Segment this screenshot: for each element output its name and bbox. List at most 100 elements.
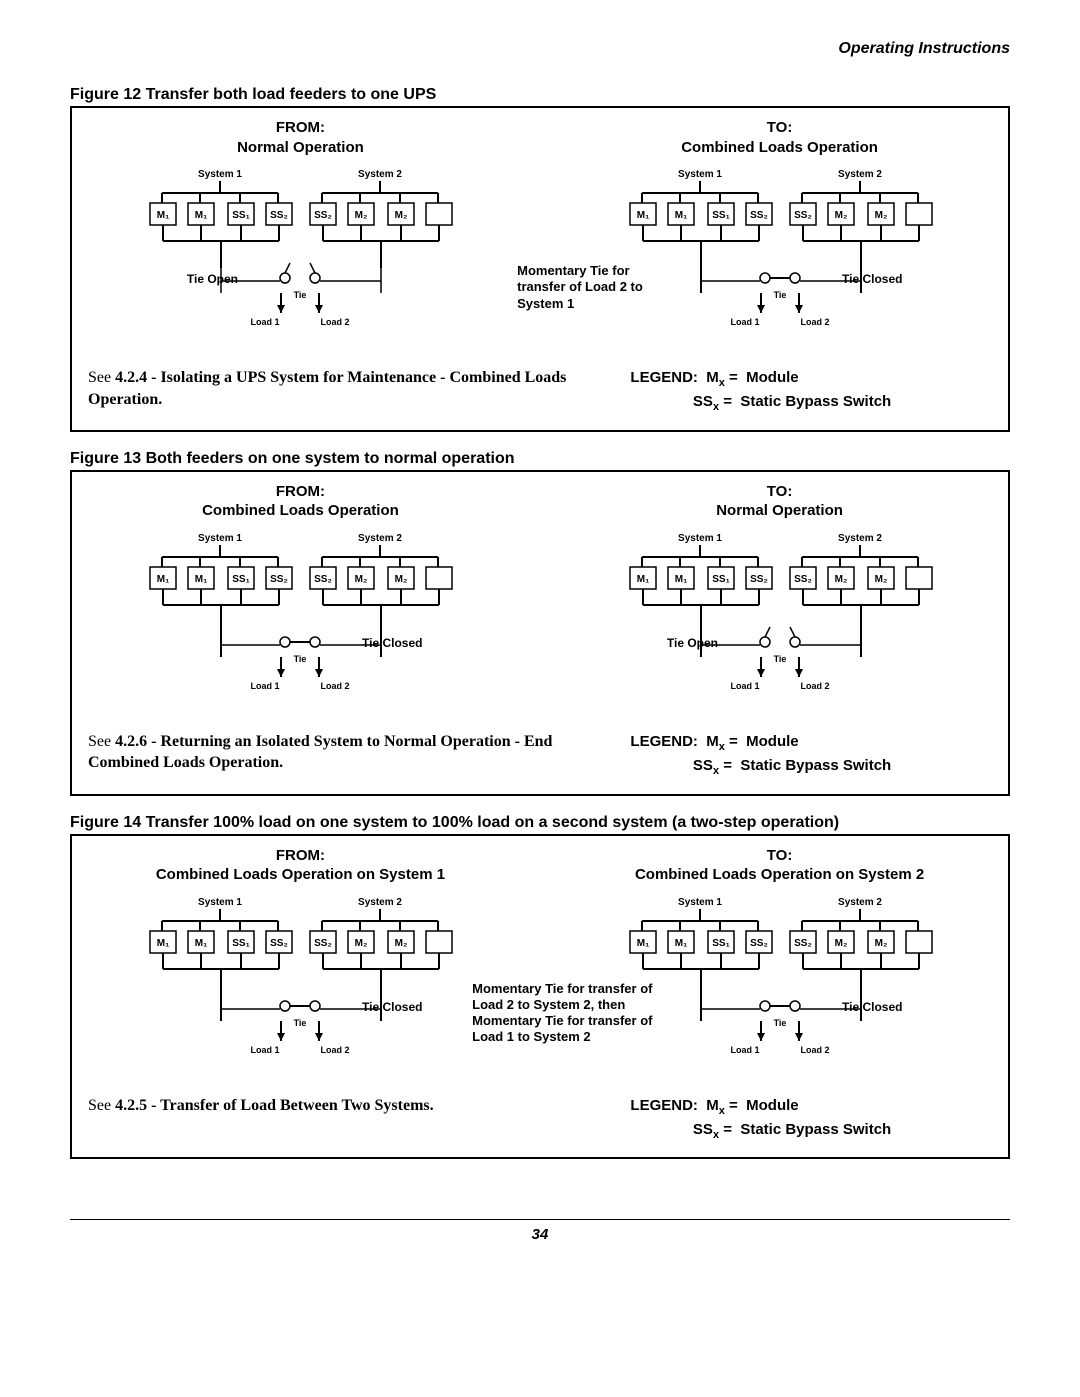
page-header: Operating Instructions	[70, 40, 1010, 58]
svg-text:System 1: System 1	[678, 533, 722, 544]
svg-text:M₁: M₁	[636, 938, 648, 949]
diagram-to: System 1System 2 M₁M₁SS₁SS₂ SS₂M₂M₂	[610, 163, 950, 353]
figure-caption: Figure 12 Transfer both load feeders to …	[70, 86, 1010, 104]
svg-text:M₂: M₂	[874, 574, 887, 585]
svg-text:System 1: System 1	[198, 897, 242, 908]
figure-box: FROM: Combined Loads Operation System 1S…	[70, 470, 1010, 796]
momentary-note: Momentary Tie for transfer of Load 2 to …	[472, 981, 657, 1046]
svg-text:SS₂: SS₂	[794, 938, 812, 949]
svg-text:System 2: System 2	[358, 897, 402, 908]
see-reference: See 4.2.6 - Returning an Isolated System…	[88, 731, 585, 780]
svg-text:M₂: M₂	[355, 574, 368, 585]
diagram-from: System 1System 2 M₁M₁SS₁SS₂SS₂M₂M₂ Tie L…	[130, 891, 470, 1081]
svg-text:Tie Open: Tie Open	[666, 636, 717, 650]
svg-text:Load 2: Load 2	[321, 317, 350, 327]
svg-text:Tie: Tie	[294, 654, 307, 664]
from-label: FROM:	[276, 847, 325, 864]
page-footer: 34	[70, 1219, 1010, 1243]
to-desc: Combined Loads Operation on System 2	[635, 866, 924, 883]
svg-text:Load 1: Load 1	[730, 1045, 759, 1055]
svg-text:System 1: System 1	[198, 169, 242, 180]
svg-text:M₂: M₂	[834, 210, 847, 221]
svg-text:Load 2: Load 2	[321, 1045, 350, 1055]
svg-text:Load 2: Load 2	[800, 1045, 829, 1055]
svg-text:M₁: M₁	[195, 210, 207, 221]
from-desc: Normal Operation	[237, 139, 364, 156]
figure-box: FROM: Combined Loads Operation on System…	[70, 834, 1010, 1160]
svg-text:Tie Closed: Tie Closed	[842, 272, 902, 286]
svg-text:System 1: System 1	[198, 533, 242, 544]
svg-text:Load 2: Load 2	[321, 681, 350, 691]
see-reference: See 4.2.5 - Transfer of Load Between Two…	[88, 1095, 585, 1144]
svg-text:SS₂: SS₂	[271, 938, 289, 949]
svg-text:Tie Open: Tie Open	[187, 272, 238, 286]
svg-text:Load 1: Load 1	[730, 317, 759, 327]
svg-text:SS₁: SS₁	[712, 938, 729, 949]
to-label: TO:	[767, 847, 793, 864]
svg-text:M₁: M₁	[195, 938, 207, 949]
svg-text:SS₁: SS₁	[233, 210, 250, 221]
svg-text:System 2: System 2	[358, 169, 402, 180]
svg-text:SS₂: SS₂	[794, 574, 812, 585]
diagram-to: System 1System 2 M₁M₁SS₁SS₂SS₂M₂M₂ Tie L…	[610, 527, 950, 717]
from-label: FROM:	[276, 119, 325, 136]
svg-text:Tie Closed: Tie Closed	[362, 636, 422, 650]
svg-text:SS₁: SS₁	[712, 574, 729, 585]
momentary-note: Momentary Tie for transfer of Load 2 to …	[517, 263, 657, 312]
svg-text:Tie: Tie	[294, 1018, 307, 1028]
svg-text:System 1: System 1	[678, 897, 722, 908]
svg-text:M₂: M₂	[395, 210, 408, 221]
svg-text:SS₁: SS₁	[233, 938, 250, 949]
svg-text:M₁: M₁	[157, 938, 169, 949]
svg-text:System 2: System 2	[838, 533, 882, 544]
figure-box: FROM: Normal Operation System 1 System 2	[70, 106, 1010, 432]
svg-text:SS₂: SS₂	[271, 574, 289, 585]
svg-text:SS₂: SS₂	[794, 210, 812, 221]
svg-text:System 2: System 2	[838, 897, 882, 908]
svg-text:System 2: System 2	[838, 169, 882, 180]
svg-text:Load 1: Load 1	[251, 681, 280, 691]
svg-text:M₂: M₂	[834, 938, 847, 949]
svg-text:Tie: Tie	[773, 1018, 786, 1028]
svg-text:SS₂: SS₂	[750, 210, 768, 221]
svg-text:Tie Closed: Tie Closed	[362, 1000, 422, 1014]
see-reference: See 4.2.4 - Isolating a UPS System for M…	[88, 367, 585, 416]
svg-text:M₂: M₂	[874, 938, 887, 949]
svg-text:SS₂: SS₂	[315, 210, 333, 221]
legend: LEGEND: Mx = Module SSx = Static Bypass …	[630, 731, 992, 780]
svg-text:M₂: M₂	[395, 574, 408, 585]
svg-text:SS₁: SS₁	[233, 574, 250, 585]
svg-text:Load 1: Load 1	[251, 1045, 280, 1055]
svg-text:SS₂: SS₂	[750, 938, 768, 949]
legend: LEGEND: Mx = Module SSx = Static Bypass …	[630, 367, 992, 416]
svg-text:System 1: System 1	[678, 169, 722, 180]
svg-text:System 2: System 2	[358, 533, 402, 544]
svg-text:M₁: M₁	[636, 574, 648, 585]
to-desc: Normal Operation	[716, 502, 843, 519]
svg-text:SS₂: SS₂	[271, 210, 289, 221]
svg-text:SS₂: SS₂	[315, 938, 333, 949]
diagram-from: System 1 System 2 M₁ M₁ SS₁ SS₂ SS₂ M₂ M₂ Tie L…	[130, 527, 470, 717]
to-desc: Combined Loads Operation	[681, 139, 878, 156]
diagram-from: System 1 System 2	[130, 163, 470, 353]
svg-text:M₁: M₁	[195, 574, 207, 585]
svg-text:Tie Closed: Tie Closed	[842, 1000, 902, 1014]
svg-text:M₂: M₂	[355, 210, 368, 221]
svg-text:M₁: M₁	[157, 574, 169, 585]
svg-text:Load 2: Load 2	[800, 681, 829, 691]
svg-text:SS₂: SS₂	[750, 574, 768, 585]
figure-caption: Figure 14 Transfer 100% load on one syst…	[70, 814, 1010, 832]
svg-text:M₂: M₂	[355, 938, 368, 949]
svg-text:M₁: M₁	[157, 210, 169, 221]
svg-text:SS₂: SS₂	[315, 574, 333, 585]
svg-text:M₁: M₁	[674, 210, 686, 221]
figure-caption: Figure 13 Both feeders on one system to …	[70, 450, 1010, 468]
svg-text:M₂: M₂	[834, 574, 847, 585]
svg-text:Load 1: Load 1	[251, 317, 280, 327]
svg-text:SS₁: SS₁	[712, 210, 729, 221]
to-label: TO:	[767, 119, 793, 136]
svg-text:M₁: M₁	[674, 574, 686, 585]
svg-text:Load 2: Load 2	[800, 317, 829, 327]
from-label: FROM:	[276, 483, 325, 500]
to-label: TO:	[767, 483, 793, 500]
